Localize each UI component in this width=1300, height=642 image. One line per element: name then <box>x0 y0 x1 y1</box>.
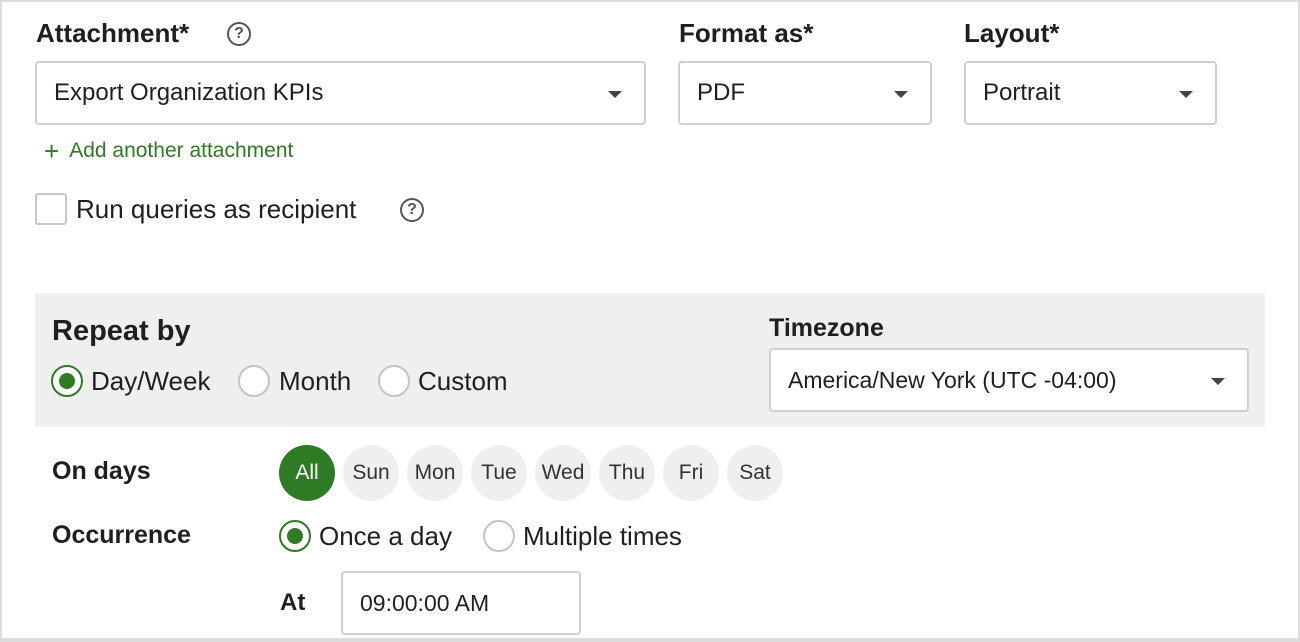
repeat-dayweek-label: Day/Week <box>91 366 211 396</box>
time-input-value: 09:00:00 AM <box>360 589 490 616</box>
day-sun-button[interactable]: Sun <box>343 445 399 501</box>
chevron-down-icon <box>608 91 622 98</box>
format-select[interactable]: PDF <box>678 61 932 125</box>
occurrence-label: Occurrence <box>52 521 191 549</box>
day-wed-button[interactable]: Wed <box>535 445 591 501</box>
format-select-value: PDF <box>697 79 745 106</box>
timezone-label: Timezone <box>769 314 884 342</box>
occurrence-multiple-label: Multiple times <box>523 521 682 551</box>
repeat-custom-label: Custom <box>418 366 508 396</box>
at-label: At <box>280 589 306 616</box>
run-queries-help-icon[interactable]: ? <box>400 198 424 222</box>
layout-select[interactable]: Portrait <box>964 61 1217 125</box>
day-tue-button[interactable]: Tue <box>471 445 527 501</box>
occurrence-once-label: Once a day <box>319 521 452 551</box>
bottom-divider <box>0 638 1300 642</box>
repeat-dayweek-radio[interactable] <box>51 365 83 397</box>
day-all-button[interactable]: All <box>279 445 335 501</box>
run-queries-checkbox[interactable] <box>35 193 67 225</box>
occurrence-multiple-radio[interactable] <box>483 520 515 552</box>
run-queries-label: Run queries as recipient <box>76 194 357 224</box>
attachment-help-icon[interactable]: ? <box>227 22 251 46</box>
timezone-select-value: America/New York (UTC -04:00) <box>788 366 1117 393</box>
day-sat-button[interactable]: Sat <box>727 445 783 501</box>
format-label: Format as* <box>679 18 814 48</box>
add-attachment-label: Add another attachment <box>69 139 294 162</box>
add-attachment-link[interactable]: + Add another attachment <box>44 138 293 164</box>
repeat-custom-radio[interactable] <box>378 365 410 397</box>
chevron-down-icon <box>1211 378 1225 385</box>
attachment-select[interactable]: Export Organization KPIs <box>35 61 646 125</box>
chevron-down-icon <box>894 91 908 98</box>
repeat-title: Repeat by <box>52 315 191 347</box>
time-input[interactable]: 09:00:00 AM <box>341 571 581 635</box>
day-fri-button[interactable]: Fri <box>663 445 719 501</box>
day-mon-button[interactable]: Mon <box>407 445 463 501</box>
repeat-month-radio[interactable] <box>238 365 270 397</box>
chevron-down-icon <box>1179 91 1193 98</box>
on-days-label: On days <box>52 457 151 485</box>
repeat-month-label: Month <box>279 366 352 396</box>
timezone-select[interactable]: America/New York (UTC -04:00) <box>769 348 1249 412</box>
layout-select-value: Portrait <box>983 79 1061 106</box>
attachment-select-value: Export Organization KPIs <box>54 79 324 106</box>
day-thu-button[interactable]: Thu <box>599 445 655 501</box>
attachment-label: Attachment* <box>36 18 190 48</box>
occurrence-once-radio[interactable] <box>279 520 311 552</box>
layout-label: Layout* <box>964 18 1060 48</box>
plus-icon: + <box>44 136 60 166</box>
